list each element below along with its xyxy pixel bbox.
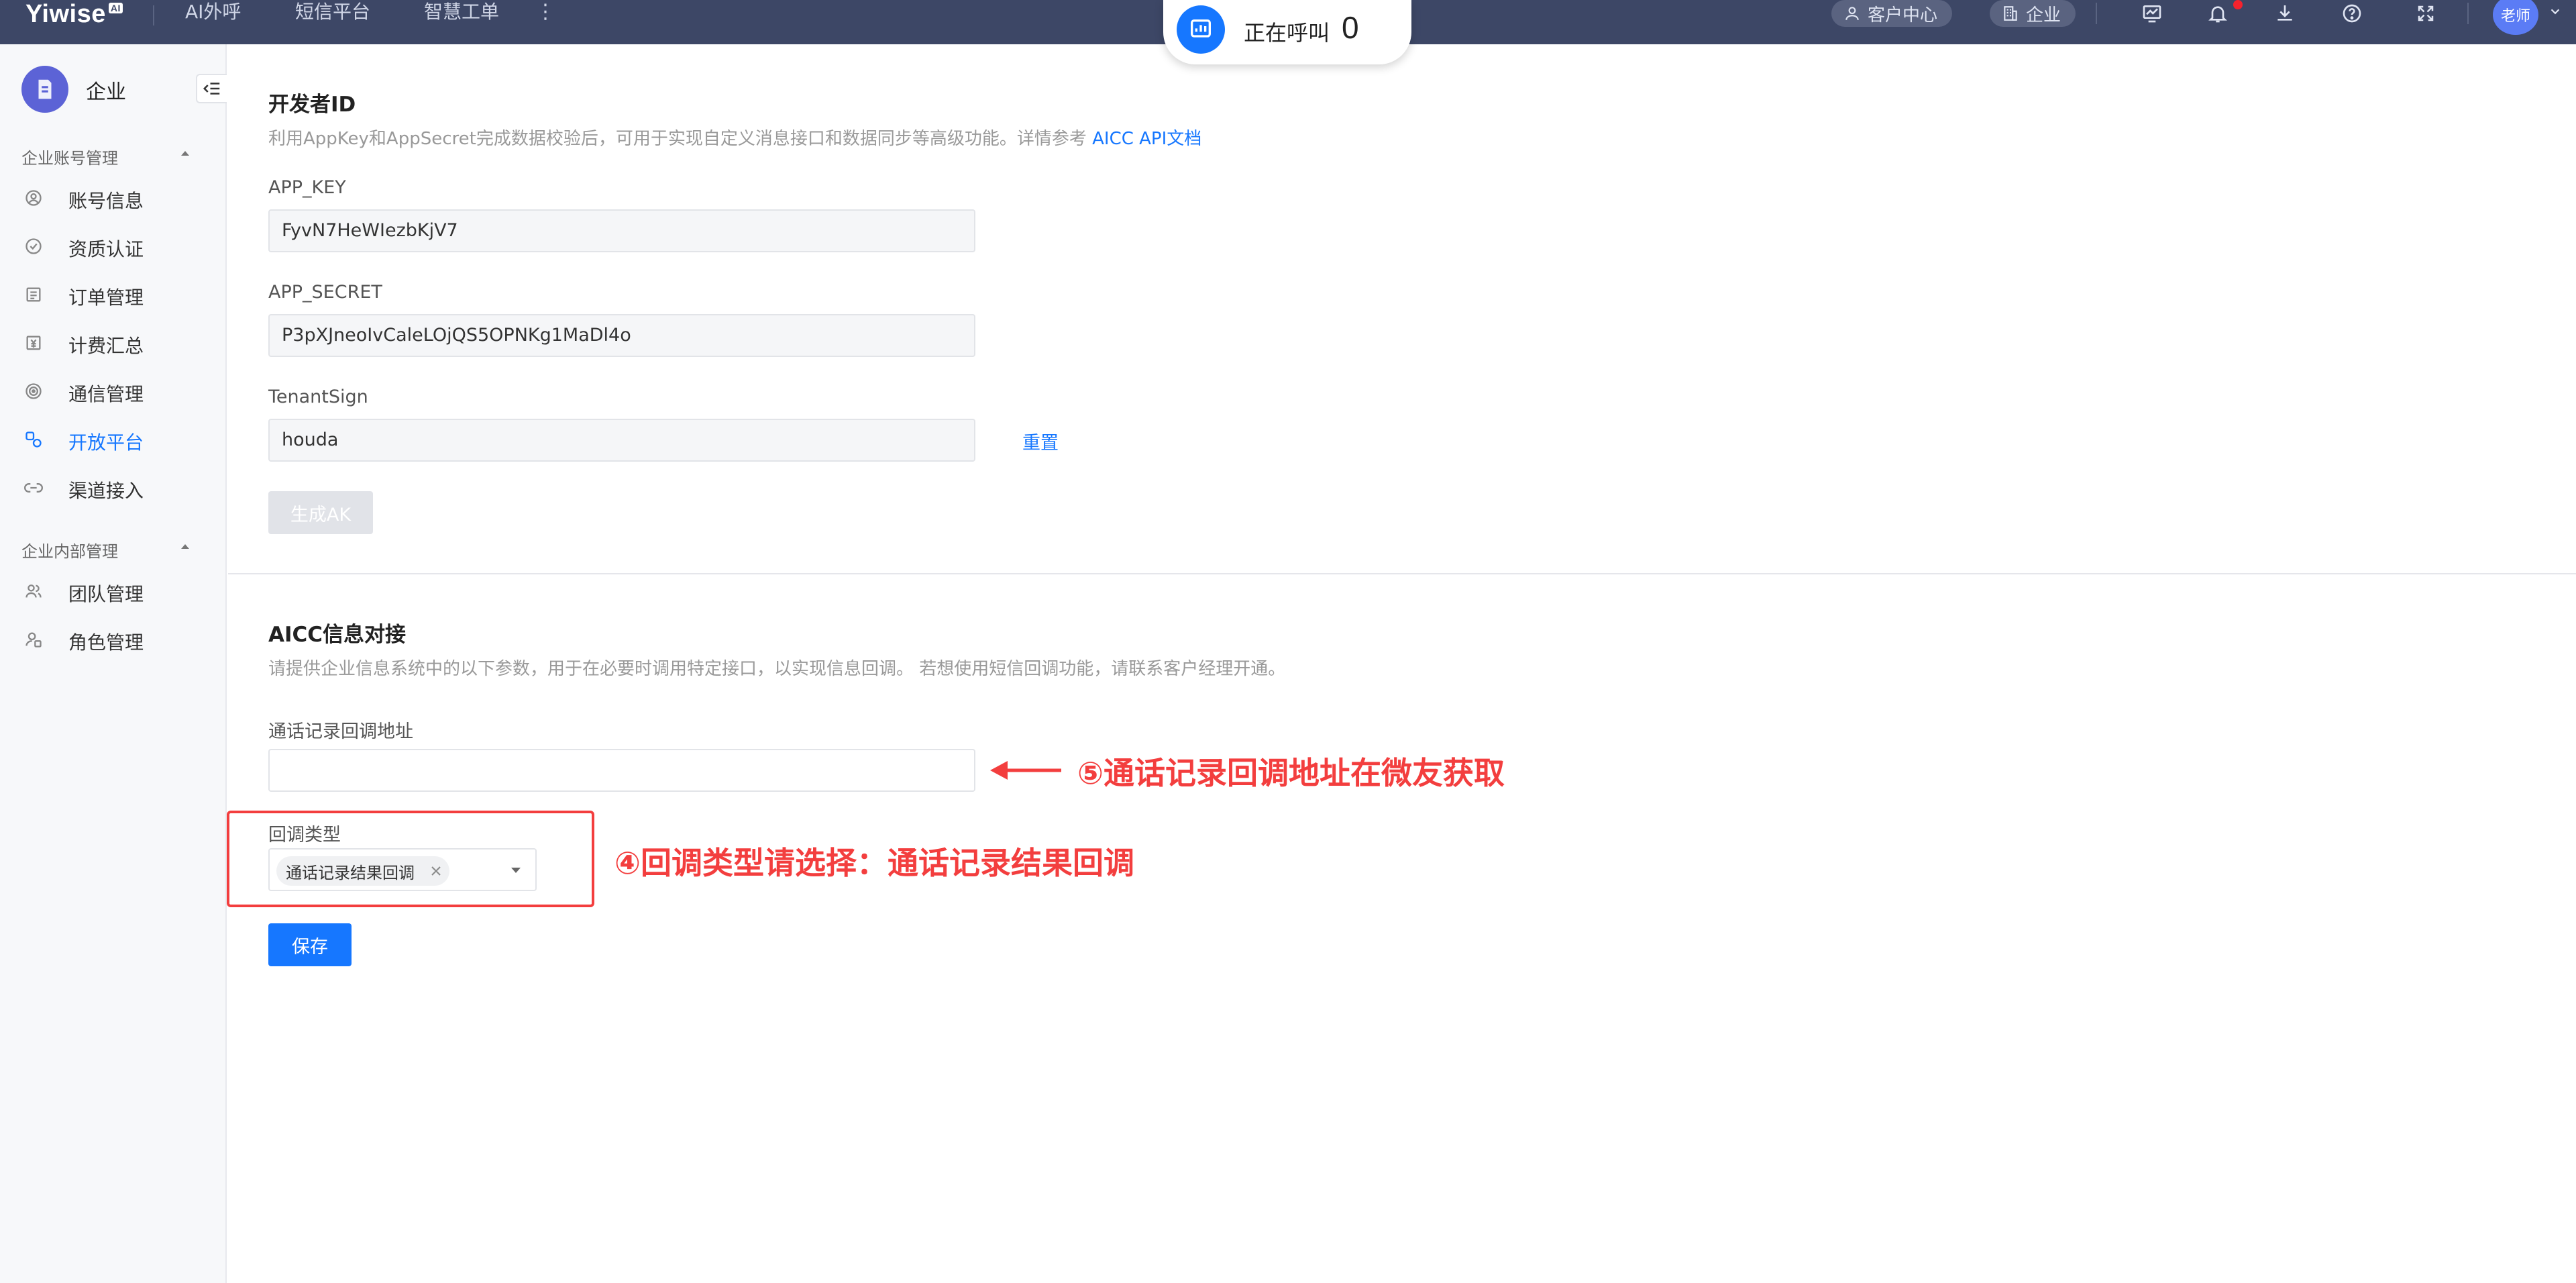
annotation-step5: ⑤通话记录回调地址在微友获取 bbox=[1077, 755, 1505, 791]
user-circle-icon bbox=[25, 190, 42, 206]
sidebar-item-open-platform[interactable]: 开放平台 bbox=[0, 419, 225, 459]
download-icon[interactable] bbox=[2271, 0, 2298, 27]
developer-desc-text: 利用AppKey和AppSecret完成数据校验后，可用于实现自定义消息接口和数… bbox=[268, 129, 1093, 149]
app-key-label: APP_KEY bbox=[268, 177, 346, 198]
sidebar-item-label: 资质认证 bbox=[68, 238, 144, 260]
caret-up-icon[interactable] bbox=[180, 542, 191, 550]
sidebar-item-label: 通信管理 bbox=[68, 383, 144, 405]
app-secret-label: APP_SECRET bbox=[268, 282, 382, 303]
sidebar-item-channel[interactable]: 渠道接入 bbox=[0, 467, 225, 507]
sidebar-item-label: 角色管理 bbox=[68, 631, 144, 654]
enterprise-button[interactable]: 企业 bbox=[1990, 0, 2076, 27]
group-title-internal[interactable]: 企业内部管理 bbox=[21, 538, 118, 562]
tenant-sign-label: TenantSign bbox=[268, 387, 368, 407]
sidebar-item-account-info[interactable]: 账号信息 bbox=[0, 177, 225, 217]
team-icon bbox=[25, 584, 42, 598]
annotation-step4: ④回调类型请选择：通话记录结果回调 bbox=[614, 845, 1134, 881]
fullscreen-icon[interactable] bbox=[2412, 0, 2439, 27]
callback-url-label: 通话记录回调地址 bbox=[268, 721, 413, 742]
collapse-menu-icon bbox=[203, 83, 220, 95]
more-menu-icon[interactable]: ⋮ bbox=[535, 0, 555, 24]
sidebar-title: 企业 bbox=[86, 81, 126, 104]
generate-ak-button[interactable]: 生成AK bbox=[268, 491, 373, 534]
aicc-api-doc-link[interactable]: AICC API文档 bbox=[1092, 129, 1201, 149]
building-icon bbox=[2004, 6, 2017, 21]
aicc-section-desc: 请提供企业信息系统中的以下参数，用于在必要时调用特定接口，以实现信息回调。 若想… bbox=[268, 659, 1286, 679]
tenant-sign-field[interactable]: houda bbox=[268, 419, 975, 462]
nav-divider bbox=[153, 5, 154, 25]
role-icon bbox=[25, 632, 42, 648]
notification-dot bbox=[2233, 0, 2243, 9]
sidebar-item-label: 开放平台 bbox=[68, 431, 144, 454]
nav-smart-ticket[interactable]: 智慧工单 bbox=[424, 0, 499, 27]
annotation-arrow-icon bbox=[990, 761, 1061, 780]
help-icon[interactable] bbox=[2339, 0, 2365, 27]
customer-center-button[interactable]: 客户中心 bbox=[1831, 0, 1953, 27]
order-icon bbox=[26, 287, 41, 302]
call-status-label: 正在呼叫 bbox=[1244, 20, 1330, 46]
enterprise-label: 企业 bbox=[2026, 5, 2061, 25]
bell-icon[interactable] bbox=[2204, 0, 2231, 27]
annotation-highlight-box bbox=[227, 811, 594, 907]
sidebar-item-label: 渠道接入 bbox=[68, 480, 144, 502]
collapse-sidebar-button[interactable] bbox=[196, 74, 227, 103]
callback-url-input[interactable] bbox=[268, 749, 975, 792]
section-divider bbox=[228, 573, 2576, 574]
enterprise-icon bbox=[21, 66, 68, 113]
sidebar-item-label: 账号信息 bbox=[68, 190, 144, 212]
topbar-separator bbox=[2096, 3, 2097, 24]
sidebar-item-label: 计费汇总 bbox=[68, 335, 144, 357]
sidebar-item-role[interactable]: 角色管理 bbox=[0, 619, 225, 659]
yiwise-logo[interactable]: Yiwise AI bbox=[25, 0, 123, 28]
sidebar-item-communication[interactable]: 通信管理 bbox=[0, 370, 225, 411]
sidebar: 企业 企业账号管理 账号信息 资质认证 订单管理 计费汇总 通信管理 开放平台 … bbox=[0, 44, 227, 1283]
developer-section-title: 开发者ID bbox=[268, 93, 356, 117]
sidebar-item-orders[interactable]: 订单管理 bbox=[0, 274, 225, 314]
user-avatar[interactable]: 老师 bbox=[2493, 0, 2538, 35]
app-key-field[interactable]: FyvN7HeWIezbKjV7 bbox=[268, 209, 975, 252]
customer-center-label: 客户中心 bbox=[1868, 5, 1938, 25]
reset-button[interactable]: 重置 bbox=[1022, 428, 1059, 454]
nav-sms-platform[interactable]: 短信平台 bbox=[295, 0, 370, 27]
main-content: 开发者ID 利用AppKey和AppSecret完成数据校验后，可用于实现自定义… bbox=[228, 44, 2576, 1283]
open-platform-icon bbox=[25, 431, 42, 448]
chevron-down-icon[interactable] bbox=[2548, 4, 2563, 19]
topbar-separator bbox=[2467, 3, 2469, 24]
sidebar-item-billing[interactable]: 计费汇总 bbox=[0, 322, 225, 362]
person-icon bbox=[1845, 7, 1859, 20]
sidebar-item-label: 订单管理 bbox=[68, 287, 144, 309]
sidebar-item-team[interactable]: 团队管理 bbox=[0, 570, 225, 611]
signal-icon bbox=[25, 383, 42, 399]
app-secret-field[interactable]: P3pXJneoIvCaleLOjQS5OPNKg1MaDl4o bbox=[268, 314, 975, 357]
channel-icon bbox=[24, 483, 43, 493]
check-circle-icon bbox=[25, 238, 42, 254]
nav-ai-outbound[interactable]: AI外呼 bbox=[185, 0, 241, 27]
monitor-icon[interactable] bbox=[2139, 0, 2165, 27]
sidebar-item-label: 团队管理 bbox=[68, 583, 144, 605]
aicc-section-title: AICC信息对接 bbox=[268, 623, 407, 647]
group-title-account[interactable]: 企业账号管理 bbox=[21, 145, 118, 168]
developer-section-desc: 利用AppKey和AppSecret完成数据校验后，可用于实现自定义消息接口和数… bbox=[268, 125, 1201, 150]
caret-up-icon[interactable] bbox=[180, 149, 191, 157]
sidebar-item-qualification[interactable]: 资质认证 bbox=[0, 225, 225, 266]
save-button[interactable]: 保存 bbox=[268, 923, 352, 966]
logo-text: Yiwise bbox=[25, 0, 106, 28]
billing-icon bbox=[26, 336, 41, 350]
call-status-count: 0 bbox=[1342, 10, 1359, 45]
logo-superscript: AI bbox=[108, 3, 123, 13]
